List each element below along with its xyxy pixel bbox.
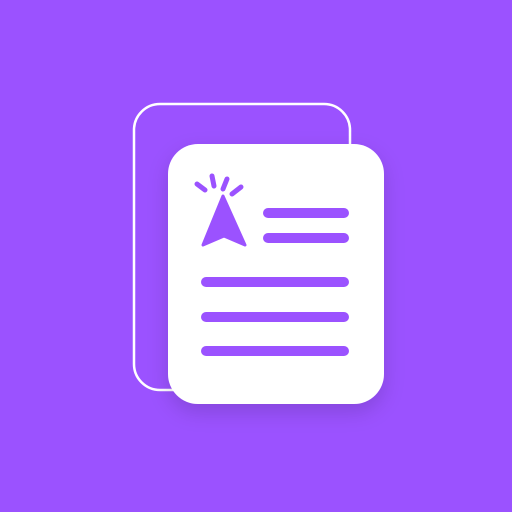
document-click-icon [0,0,512,512]
app-icon-canvas [0,0,512,512]
front-document-page [168,144,384,404]
